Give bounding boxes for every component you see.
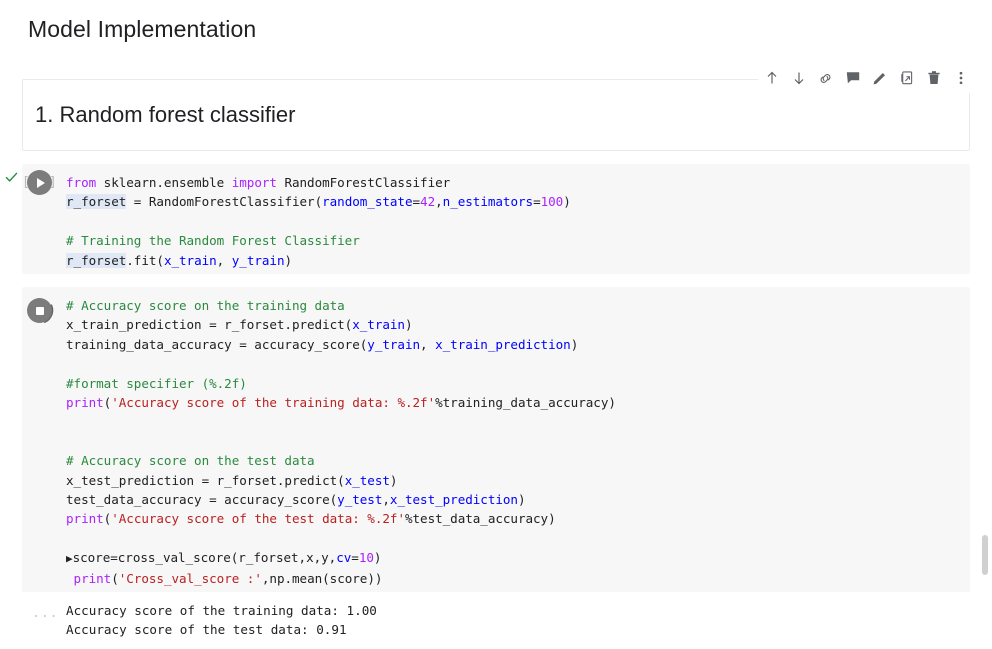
output-gutter-dots[interactable]: ... [32,606,58,621]
code-cell-1[interactable]: from sklearn.ensemble import RandomFores… [22,164,970,274]
delete-cell-icon[interactable] [920,65,947,92]
page-scrollbar-track[interactable] [979,150,992,649]
link-to-cell-icon[interactable] [812,65,839,92]
markdown-cell-heading: 1. Random forest classifier [35,102,296,127]
stop-icon[interactable] [27,296,57,326]
edit-icon[interactable] [866,65,893,92]
cell-1-run-button[interactable]: [ ] [22,170,57,195]
page-scrollbar-thumb[interactable] [982,535,988,575]
code-cell-2-source[interactable]: # Accuracy score on the training data x_… [66,296,616,588]
cell-toolbar [758,63,974,93]
move-cell-down-icon[interactable] [785,65,812,92]
code-fold-caret-icon[interactable]: ▶ [66,552,73,565]
code-cell-1-source[interactable]: from sklearn.ensemble import RandomFores… [66,173,571,270]
more-options-icon[interactable] [947,65,974,92]
mirror-cell-in-tab-icon[interactable] [893,65,920,92]
move-cell-up-icon[interactable] [758,65,785,92]
cell-2-stop-button[interactable] [27,296,57,326]
run-icon[interactable] [26,170,52,195]
add-comment-icon[interactable] [839,65,866,92]
cell-success-check-icon [5,171,18,184]
page-title: Model Implementation [28,16,257,42]
code-cell-2[interactable]: # Accuracy score on the training data x_… [22,287,970,592]
output-stream-text: Accuracy score of the training data: 1.0… [66,603,377,638]
notebook-page: Model Implementation 1. Random forest cl… [0,0,992,649]
cell-output-area: ... Accuracy score of the training data:… [22,596,970,644]
